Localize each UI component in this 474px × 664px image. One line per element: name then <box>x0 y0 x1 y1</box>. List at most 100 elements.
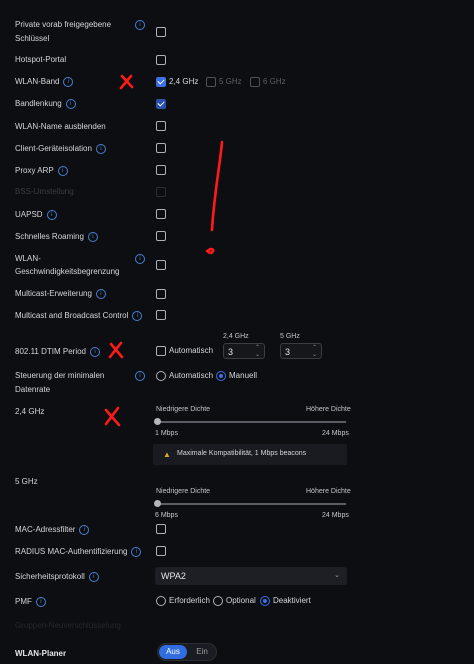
slider-24-min: 1 Mbps <box>155 430 178 437</box>
info-icon[interactable]: i <box>135 371 145 381</box>
info-icon[interactable]: i <box>46 209 57 220</box>
dtim-5-input[interactable]: 3 ⌃ ⌄ <box>280 343 322 359</box>
isolation-checkbox[interactable] <box>156 143 166 153</box>
label-private-key-line2: Schlüssel <box>15 34 50 43</box>
slider-5-track[interactable] <box>156 503 346 505</box>
label-wlan-band: WLAN-Band i <box>15 76 74 88</box>
info-icon[interactable]: i <box>57 165 68 176</box>
info-icon[interactable]: i <box>135 20 145 30</box>
label-speed-limit: WLAN- <box>15 254 41 263</box>
info-icon[interactable]: i <box>90 346 100 357</box>
info-icon[interactable]: i <box>35 596 46 607</box>
dtim-5-label: 5 GHz <box>280 333 300 340</box>
info-icon[interactable]: i <box>132 310 143 321</box>
uapsd-checkbox[interactable] <box>156 209 166 219</box>
planner-toggle[interactable]: Aus Ein <box>157 643 217 661</box>
red-exclamation-dot <box>205 247 215 255</box>
label-planner: WLAN-Planer <box>15 649 67 658</box>
label-private-key: Private vorab freigegebene <box>15 20 112 29</box>
band-24-label: 2,4 GHz <box>169 77 199 86</box>
info-icon[interactable]: i <box>65 98 76 109</box>
pmf-required-radio[interactable] <box>156 596 166 606</box>
label-uapsd: UAPSD i <box>15 209 57 221</box>
multicast-ext-checkbox[interactable] <box>156 289 166 299</box>
pmf-disabled-radio[interactable] <box>260 596 270 606</box>
info-icon[interactable]: i <box>88 571 99 582</box>
label-multicast-ctrl: Multicast and Broadcast Control i <box>15 310 143 322</box>
label-hotspot: Hotspot-Portal <box>15 55 67 64</box>
label-radius: RADIUS MAC-Authentifizierung i <box>15 546 142 558</box>
band-24-checkbox[interactable] <box>156 77 166 87</box>
high-density-label: Höhere Dichte <box>306 406 351 413</box>
label-hide-name: WLAN-Name ausblenden <box>15 122 106 131</box>
low-density-label: Niedrigere Dichte <box>156 406 211 413</box>
planner-on-option[interactable]: Aus <box>159 645 187 659</box>
dtim-24-input[interactable]: 3 ⌃ ⌄ <box>223 343 265 359</box>
red-x-mark <box>104 406 121 427</box>
red-exclamation-line <box>210 140 224 232</box>
band-5-label: 5 GHz <box>219 77 242 86</box>
label-dtim: 802.11 DTIM Period i <box>15 346 100 358</box>
slider-5-thumb[interactable] <box>154 500 161 507</box>
warning-icon: ▲ <box>163 450 171 459</box>
stepper-icon[interactable]: ⌃ ⌄ <box>255 345 260 359</box>
pmf-optional-label: Optional <box>226 596 256 605</box>
min-rate-manual-radio[interactable] <box>216 371 226 381</box>
dtim-24-label: 2,4 GHz <box>223 333 249 340</box>
slider-5-min: 6 Mbps <box>155 512 178 519</box>
info-icon[interactable]: i <box>95 143 106 154</box>
slider-24-track[interactable] <box>156 421 346 423</box>
mac-filter-checkbox[interactable] <box>156 524 166 534</box>
band-steering-checkbox[interactable] <box>156 99 166 109</box>
warning-text: Maximale Kompatibilität, 1 Mbps beacons <box>177 450 307 457</box>
stepper-icon[interactable]: ⌃ ⌄ <box>312 345 317 359</box>
slider-5-max: 24 Mbps <box>322 512 349 519</box>
speed-limit-checkbox[interactable] <box>156 260 166 270</box>
band-6-label: 6 GHz <box>263 77 286 86</box>
label-5ghz: 5 GHz <box>15 477 38 486</box>
dtim-auto-label: Automatisch <box>169 346 214 355</box>
min-rate-auto-label: Automatisch <box>169 371 214 380</box>
label-proxy-arp: Proxy ARP i <box>15 165 68 177</box>
info-icon[interactable]: i <box>135 254 145 264</box>
min-rate-manual-label: Manuell <box>229 371 258 380</box>
band-6-checkbox[interactable] <box>250 77 260 87</box>
label-24ghz: 2,4 GHz <box>15 407 45 416</box>
roaming-checkbox[interactable] <box>156 231 166 241</box>
pmf-required-label: Erforderlich <box>169 596 210 605</box>
info-icon[interactable]: i <box>95 288 106 299</box>
security-select[interactable]: WPA2 ⌄ <box>155 567 347 585</box>
label-bss: BSS-Umstellung <box>15 187 74 196</box>
multicast-ctrl-checkbox[interactable] <box>156 310 166 320</box>
info-icon[interactable]: i <box>87 231 98 242</box>
label-multicast-ext: Multicast-Erweiterung i <box>15 288 106 300</box>
dtim-auto-checkbox[interactable] <box>156 346 166 356</box>
bss-checkbox <box>156 187 166 197</box>
label-roaming: Schnelles Roaming i <box>15 231 98 243</box>
slider-24-thumb[interactable] <box>154 418 161 425</box>
proxy-arp-checkbox[interactable] <box>156 165 166 175</box>
radius-checkbox[interactable] <box>156 546 166 556</box>
hotspot-checkbox[interactable] <box>156 55 166 65</box>
pmf-optional-radio[interactable] <box>213 596 223 606</box>
label-hidden-row: Gruppen-Neuverschlüsselung <box>15 621 121 630</box>
label-band-steering: Bandlenkung i <box>15 98 76 110</box>
pmf-disabled-label: Deaktiviert <box>273 596 311 605</box>
label-speed-limit-line2: Geschwindigkeitsbegrenzung <box>15 267 120 276</box>
high-density-label: Höhere Dichte <box>306 488 351 495</box>
red-x-mark <box>108 341 124 359</box>
info-icon[interactable]: i <box>131 546 142 557</box>
chevron-down-icon: ⌄ <box>334 572 340 579</box>
planner-off-option[interactable]: Ein <box>188 645 216 659</box>
info-icon[interactable]: i <box>63 76 74 87</box>
min-rate-auto-radio[interactable] <box>156 371 166 381</box>
warning-banner: ▲ Maximale Kompatibilität, 1 Mbps beacon… <box>153 444 347 465</box>
label-min-rate-line2: Datenrate <box>15 385 51 394</box>
info-icon[interactable]: i <box>79 524 90 535</box>
label-security: Sicherheitsprotokoll i <box>15 571 99 583</box>
private-key-checkbox[interactable] <box>156 27 166 37</box>
hide-name-checkbox[interactable] <box>156 121 166 131</box>
band-5-checkbox[interactable] <box>206 77 216 87</box>
label-min-rate: Steuerung der minimalen <box>15 371 105 380</box>
low-density-label: Niedrigere Dichte <box>156 488 211 495</box>
